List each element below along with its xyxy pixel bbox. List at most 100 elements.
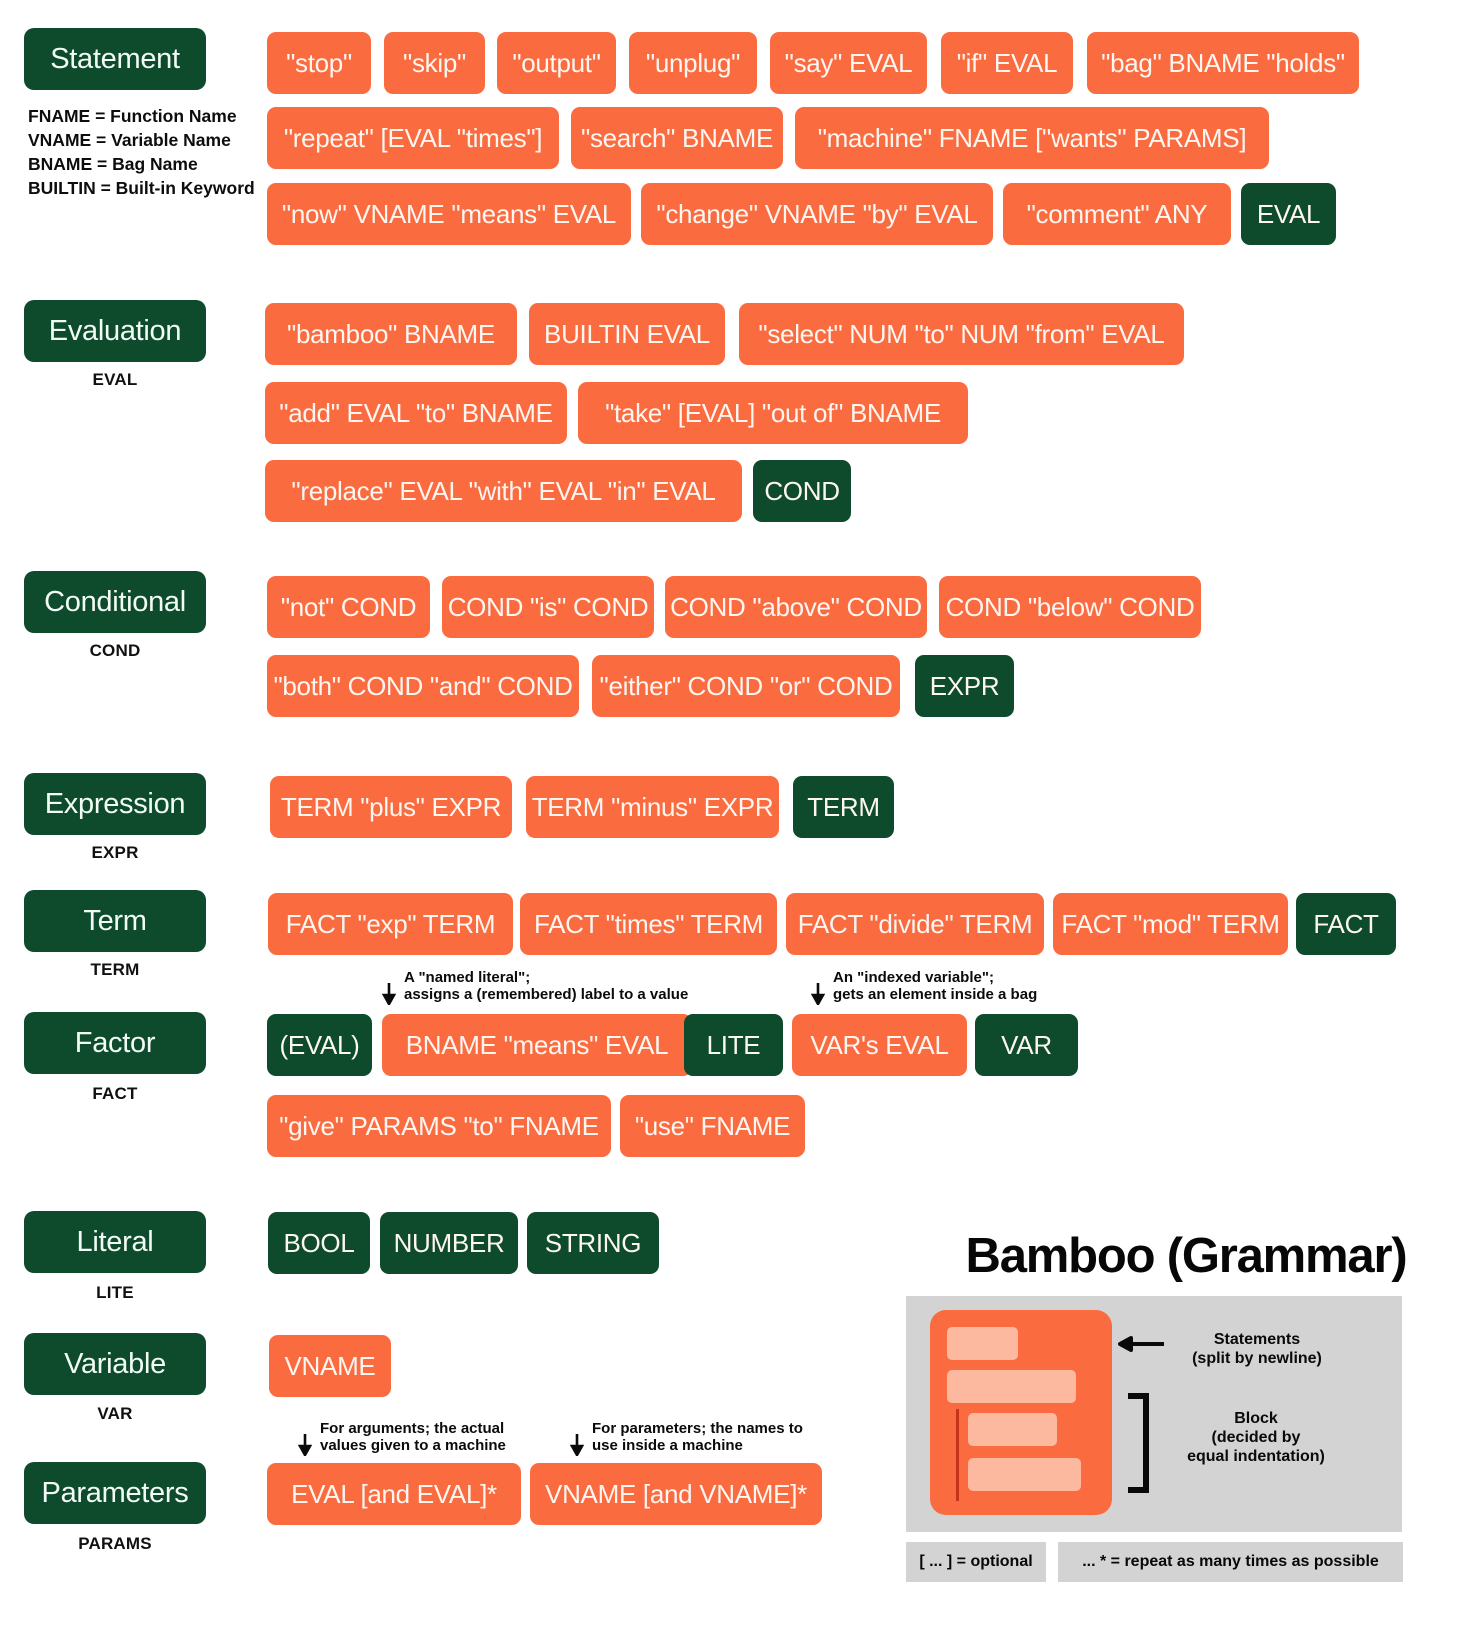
annotation-named-literal: A "named literal"; assigns a (remembered… (382, 969, 688, 1005)
rule-box[interactable]: NUMBER (380, 1212, 518, 1274)
annotation-line: use inside a machine (592, 1437, 743, 1454)
rule-box[interactable]: BOOL (268, 1212, 370, 1274)
rule-box[interactable]: COND "is" COND (442, 576, 654, 638)
rule-box[interactable]: "repeat" [EVAL "times"] (267, 107, 559, 169)
section-header-statement: Statement (24, 28, 206, 90)
annotation-line: gets an element inside a bag (833, 986, 1038, 1003)
rule-box[interactable]: COND (753, 460, 851, 522)
statement-bar-indented (968, 1413, 1057, 1446)
rule-box[interactable]: EXPR (915, 655, 1014, 717)
rule-box[interactable]: BUILTIN EVAL (529, 303, 725, 365)
section-header-literal: Literal (24, 1211, 206, 1273)
rule-box[interactable]: "select" NUM "to" NUM "from" EVAL (739, 303, 1184, 365)
rule-box[interactable]: VNAME [and VNAME]* (530, 1463, 822, 1525)
definition-bname: BNAME = Bag Name (28, 154, 198, 174)
indentation-guide-line (956, 1409, 959, 1501)
section-title: Literal (76, 1225, 154, 1258)
rule-box[interactable]: "use" FNAME (620, 1095, 805, 1157)
annotation-line: values given to a machine (320, 1437, 506, 1454)
panel-title: Bamboo (Grammar) (965, 1229, 1408, 1283)
section-title: Variable (64, 1347, 166, 1380)
down-arrow-icon (298, 1434, 312, 1456)
rule-box[interactable]: FACT "mod" TERM (1053, 893, 1288, 955)
section-title: Conditional (44, 585, 186, 618)
rule-box[interactable]: VAR's EVAL (792, 1014, 967, 1076)
rule-box[interactable]: "bamboo" BNAME (265, 303, 517, 365)
section-header-parameters: Parameters (24, 1462, 206, 1524)
rule-box[interactable]: COND "above" COND (665, 576, 927, 638)
section-header-conditional: Conditional (24, 571, 206, 633)
rule-box[interactable]: "bag" BNAME "holds" (1087, 32, 1359, 94)
section-title: Evaluation (48, 314, 182, 347)
rule-box[interactable]: TERM "plus" EXPR (270, 776, 512, 838)
rule-box[interactable]: "replace" EVAL "with" EVAL "in" EVAL (265, 460, 742, 522)
rule-box[interactable]: FACT "exp" TERM (268, 893, 513, 955)
rule-box[interactable]: "both" COND "and" COND (267, 655, 579, 717)
rule-box[interactable]: LITE (684, 1014, 783, 1076)
definition-fname: FNAME = Function Name (28, 106, 237, 126)
section-title: Factor (74, 1026, 156, 1059)
rule-box[interactable]: "change" VNAME "by" EVAL (641, 183, 993, 245)
rule-box[interactable]: BNAME "means" EVAL (382, 1014, 692, 1076)
section-header-evaluation: Evaluation (24, 300, 206, 362)
rule-box[interactable]: "give" PARAMS "to" FNAME (267, 1095, 611, 1157)
down-arrow-icon (811, 983, 825, 1005)
terminal-definitions-list: FNAME = Function Name VNAME = Variable N… (28, 104, 255, 200)
annotation-line: (decided by (1211, 1429, 1301, 1446)
section-header-factor: Factor (24, 1012, 206, 1074)
rule-box[interactable]: "search" BNAME (571, 107, 783, 169)
section-abbr-var: VAR (97, 1404, 133, 1423)
rule-box[interactable]: "take" [EVAL] "out of" BNAME (578, 382, 968, 444)
annotation-statements: Statements (split by newline) (1162, 1330, 1352, 1368)
annotation-line: (split by newline) (1192, 1350, 1322, 1367)
annotation-arguments: For arguments; the actual values given t… (298, 1420, 506, 1456)
rule-box[interactable]: FACT "times" TERM (520, 893, 777, 955)
statement-bar (947, 1370, 1076, 1403)
annotation-indexed-variable: An "indexed variable"; gets an element i… (811, 969, 1038, 1005)
section-abbr-expr: EXPR (91, 843, 139, 862)
section-title: Expression (44, 787, 186, 820)
section-abbr-term: TERM (90, 960, 140, 979)
rule-box[interactable]: "not" COND (267, 576, 430, 638)
rule-box[interactable]: "add" EVAL "to" BNAME (265, 382, 567, 444)
rule-box[interactable]: "output" (497, 32, 616, 94)
rule-box[interactable]: FACT "divide" TERM (786, 893, 1044, 955)
rule-box[interactable]: FACT (1296, 893, 1396, 955)
rule-box[interactable]: "comment" ANY (1003, 183, 1231, 245)
rule-box[interactable]: VNAME (269, 1335, 391, 1397)
annotation-line: For parameters; the names to (592, 1420, 803, 1437)
rule-box[interactable]: EVAL [and EVAL]* (267, 1463, 521, 1525)
rule-box[interactable]: TERM (793, 776, 894, 838)
rule-box[interactable]: VAR (975, 1014, 1078, 1076)
rule-box[interactable]: (EVAL) (267, 1014, 372, 1076)
rule-box[interactable]: "say" EVAL (770, 32, 927, 94)
rule-box[interactable]: STRING (527, 1212, 659, 1274)
down-arrow-icon (570, 1434, 584, 1456)
annotation-block: Block (decided by equal indentation) (1156, 1409, 1356, 1466)
definition-builtin: BUILTIN = Built-in Keyword (28, 178, 255, 198)
section-title: Term (83, 904, 147, 937)
annotation-line: Statements (1213, 1331, 1301, 1348)
rule-box[interactable]: "unplug" (629, 32, 757, 94)
statement-bar (947, 1327, 1018, 1360)
rule-box[interactable]: TERM "minus" EXPR (526, 776, 779, 838)
section-abbr-fact: FACT (92, 1084, 138, 1103)
section-abbr-cond: COND (89, 641, 141, 660)
rule-box[interactable]: "machine" FNAME ["wants" PARAMS] (795, 107, 1269, 169)
down-arrow-icon (382, 983, 396, 1005)
rule-box[interactable]: "skip" (384, 32, 485, 94)
panel-diagram-area: Statements (split by newline) Block (dec… (906, 1296, 1402, 1532)
bamboo-grammar-panel: Bamboo (Grammar) Statements (split by ne… (906, 1228, 1466, 1628)
section-title: Parameters (41, 1476, 189, 1509)
rule-box[interactable]: "stop" (267, 32, 371, 94)
annotation-line: equal indentation) (1187, 1448, 1325, 1465)
rule-box[interactable]: COND "below" COND (939, 576, 1201, 638)
section-title: Statement (50, 42, 180, 75)
rule-box[interactable]: "if" EVAL (941, 32, 1073, 94)
section-abbr-params: PARAMS (78, 1534, 152, 1553)
rule-box[interactable]: "either" COND "or" COND (592, 655, 900, 717)
rule-box[interactable]: "now" VNAME "means" EVAL (267, 183, 631, 245)
code-block-illustration (930, 1310, 1112, 1515)
annotation-line: An "indexed variable"; (833, 969, 994, 986)
rule-box[interactable]: EVAL (1241, 183, 1336, 245)
